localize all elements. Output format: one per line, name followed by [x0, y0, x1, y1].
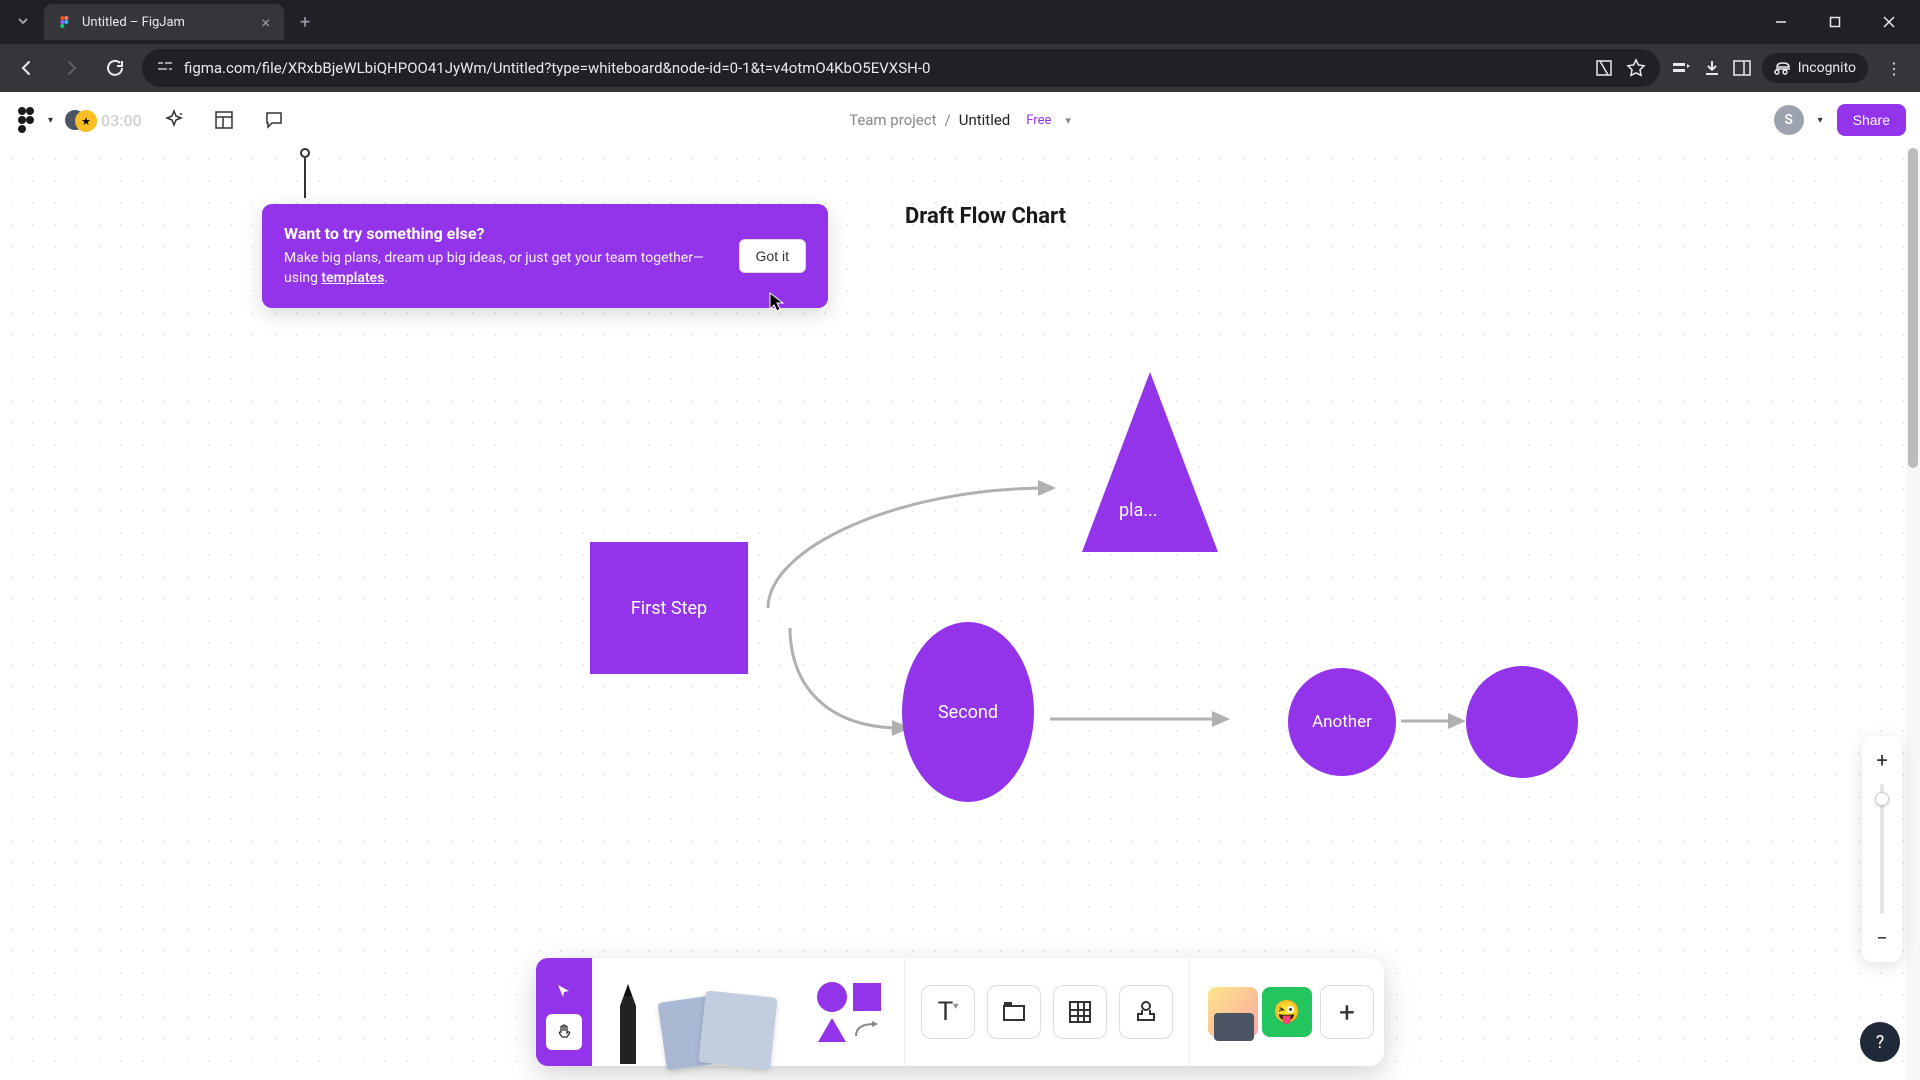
- sticky-note-tool-button[interactable]: [654, 976, 804, 1066]
- hand-tool-button[interactable]: [546, 1014, 582, 1050]
- templates-button[interactable]: [206, 102, 242, 138]
- help-button[interactable]: ?: [1860, 1022, 1900, 1062]
- vertical-scrollbar[interactable]: [1906, 148, 1920, 1080]
- tooltip-title: Want to try something else?: [284, 224, 723, 243]
- shape-label: Another: [1312, 712, 1372, 732]
- shape-label: Second: [938, 702, 998, 723]
- bottom-toolbar: T▾ 😜 +: [536, 958, 1384, 1066]
- canvas-title-text[interactable]: Draft Flow Chart: [905, 204, 1066, 229]
- figma-favicon-icon: [56, 13, 74, 31]
- square-icon: [853, 983, 881, 1011]
- tab-close-icon[interactable]: ×: [259, 11, 272, 34]
- section-tool-button[interactable]: [987, 985, 1041, 1039]
- figjam-app: ▾ ★ 03:00 Team project / Untitled Free ▾…: [0, 92, 1920, 1080]
- ai-sparkle-button[interactable]: [156, 102, 192, 138]
- window-close-button[interactable]: [1866, 6, 1912, 38]
- install-app-icon[interactable]: [1594, 58, 1614, 78]
- connector-icon: [852, 1020, 880, 1040]
- onboarding-tooltip: Want to try something else? Make big pla…: [262, 204, 828, 308]
- tab-search-button[interactable]: [8, 9, 38, 36]
- zoom-controls: + −: [1862, 736, 1902, 962]
- user-avatar[interactable]: S: [1774, 105, 1804, 135]
- collab-avatars: ★: [63, 106, 99, 134]
- connector-arrow[interactable]: [748, 428, 1078, 628]
- new-tab-button[interactable]: +: [290, 8, 320, 37]
- nav-reload-button[interactable]: [98, 51, 132, 85]
- plan-badge[interactable]: Free: [1026, 113, 1051, 128]
- breadcrumb-team[interactable]: Team project: [849, 111, 936, 129]
- tooltip-body-suffix: .: [384, 270, 388, 286]
- incognito-label: Incognito: [1798, 60, 1856, 76]
- star-icon: ★: [75, 110, 97, 132]
- text-tool-button[interactable]: T▾: [921, 985, 975, 1039]
- zoom-out-button[interactable]: −: [1866, 922, 1898, 954]
- breadcrumb-file[interactable]: Untitled: [959, 111, 1011, 129]
- text-caret-icon: ▾: [953, 1001, 958, 1012]
- nav-back-button[interactable]: [10, 51, 44, 85]
- zoom-slider-thumb[interactable]: [1875, 792, 1889, 806]
- figma-menu-caret-icon[interactable]: ▾: [44, 115, 57, 126]
- connector-arrow[interactable]: [1396, 706, 1476, 736]
- breadcrumb-separator: /: [945, 111, 951, 129]
- tab-title: Untitled – FigJam: [82, 15, 251, 30]
- scrollbar-thumb[interactable]: [1908, 148, 1918, 468]
- marker-tool-button[interactable]: [610, 976, 646, 1066]
- app-top-toolbar: ▾ ★ 03:00 Team project / Untitled Free ▾…: [0, 92, 1920, 148]
- side-panel-icon[interactable]: [1732, 58, 1752, 78]
- url-text: figma.com/file/XRxbBjeWLbiQHPOO41JyWm/Un…: [184, 59, 930, 77]
- circle-icon: [817, 982, 847, 1012]
- url-input[interactable]: figma.com/file/XRxbBjeWLbiQHPOO41JyWm/Un…: [142, 49, 1660, 87]
- breadcrumb: Team project / Untitled Free ▾: [849, 111, 1071, 129]
- zoom-slider[interactable]: [1880, 784, 1884, 914]
- comments-button[interactable]: [256, 102, 292, 138]
- tooltip-stem: [304, 158, 306, 198]
- shape-label: First Step: [631, 598, 707, 619]
- shape-triangle[interactable]: [1082, 372, 1218, 552]
- incognito-icon: [1774, 59, 1792, 77]
- browser-tab[interactable]: Untitled – FigJam ×: [44, 4, 284, 40]
- text-icon: T: [938, 997, 954, 1027]
- sticky-note-icon: [698, 990, 777, 1069]
- select-tool-button[interactable]: [546, 974, 582, 1010]
- window-minimize-button[interactable]: [1758, 6, 1804, 38]
- shape-tool-button[interactable]: [810, 982, 888, 1042]
- tooltip-got-it-button[interactable]: Got it: [739, 239, 806, 273]
- user-menu-caret-icon[interactable]: ▾: [1814, 115, 1827, 126]
- shape-circle[interactable]: [1466, 666, 1578, 778]
- window-maximize-button[interactable]: [1812, 6, 1858, 38]
- widget-jambot-button[interactable]: 😜: [1262, 987, 1312, 1037]
- timer-value: 03:00: [101, 111, 142, 130]
- table-tool-button[interactable]: [1053, 985, 1107, 1039]
- tooltip-anchor: [300, 148, 310, 198]
- stamp-tool-button[interactable]: [1119, 985, 1173, 1039]
- media-control-icon[interactable]: [1670, 57, 1692, 79]
- browser-menu-button[interactable]: ⋮: [1878, 55, 1910, 82]
- canvas[interactable]: Draft Flow Chart Want to try something e…: [0, 148, 1920, 1080]
- tooltip-body: Make big plans, dream up big ideas, or j…: [284, 249, 723, 288]
- connector-arrow[interactable]: [1040, 704, 1240, 734]
- site-settings-icon[interactable]: [156, 57, 174, 79]
- tooltip-dot-icon: [300, 148, 310, 158]
- browser-address-bar: figma.com/file/XRxbBjeWLbiQHPOO41JyWm/Un…: [0, 44, 1920, 92]
- bookmark-icon[interactable]: [1626, 58, 1646, 78]
- triangle-icon: [818, 1018, 846, 1042]
- tooltip-templates-link[interactable]: templates: [321, 270, 384, 286]
- shape-rectangle[interactable]: First Step: [590, 542, 748, 674]
- file-menu-caret-icon[interactable]: ▾: [1065, 114, 1071, 127]
- widget-polaroid-button[interactable]: [1208, 987, 1258, 1037]
- shape-ellipse[interactable]: Second: [902, 622, 1034, 802]
- share-button[interactable]: Share: [1837, 104, 1906, 136]
- downloads-icon[interactable]: [1702, 58, 1722, 78]
- shape-circle[interactable]: Another: [1288, 668, 1396, 776]
- more-tools-button[interactable]: +: [1320, 985, 1374, 1039]
- nav-forward-button[interactable]: [54, 51, 88, 85]
- zoom-in-button[interactable]: +: [1866, 744, 1898, 776]
- browser-tab-bar: Untitled – FigJam × +: [0, 0, 1920, 44]
- shape-label: pla...: [1119, 500, 1158, 521]
- timer-widget[interactable]: ★ 03:00: [63, 106, 142, 134]
- figma-menu-button[interactable]: [12, 106, 40, 134]
- incognito-badge[interactable]: Incognito: [1762, 53, 1868, 83]
